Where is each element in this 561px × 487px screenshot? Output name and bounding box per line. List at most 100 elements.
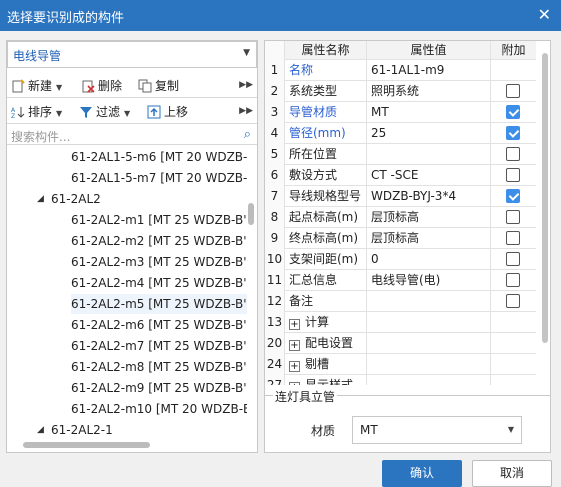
tree-horizontal-scrollbar[interactable] (23, 442, 150, 448)
property-value[interactable] (367, 312, 491, 333)
property-row[interactable]: 2 系统类型 照明系统 (265, 81, 536, 102)
property-value[interactable]: 照明系统 (367, 81, 491, 102)
property-value[interactable]: 电线导管(电) (367, 270, 491, 291)
property-value[interactable]: WDZB-BYJ-3*4 (367, 186, 491, 207)
expand-toggle-icon[interactable]: ◢ (37, 189, 44, 209)
property-value[interactable] (367, 291, 491, 312)
search-icon[interactable]: ⌕ (244, 127, 251, 142)
property-row[interactable]: 11 汇总信息 电线导管(电) (265, 270, 536, 291)
tree-item[interactable]: 61-2AL2-m10 [MT 20 WDZB-E (7, 399, 247, 419)
tree-item-label: 61-2AL2-m9 [MT 25 WDZB-B' (71, 381, 247, 395)
confirm-button[interactable]: 确认 (382, 460, 462, 487)
property-group-row[interactable]: 13 + 计算 (265, 312, 536, 333)
toolbar-order: A Z 排序 ▼ 过滤 ▼ 上移 ▶▶ (7, 100, 257, 124)
tree-group-node[interactable]: ◢ 61-2AL2 (7, 189, 247, 209)
search-box[interactable]: 搜索构件... ⌕ (7, 125, 257, 145)
delete-label: 删除 (98, 79, 123, 93)
expand-plus-icon[interactable]: + (289, 361, 300, 372)
extra-checkbox[interactable] (506, 126, 520, 140)
property-row[interactable]: 4 管径(mm) 25 (265, 123, 536, 144)
property-group-row[interactable]: 27 + 显示样式 (265, 375, 536, 385)
tree-item[interactable]: 61-2AL2-m7 [MT 25 WDZB-B' (7, 336, 247, 356)
tree-vertical-scrollbar[interactable] (248, 203, 254, 225)
tree-item[interactable]: 61-2AL2-m1 [MT 25 WDZB-B' (7, 210, 247, 230)
extra-checkbox[interactable] (506, 210, 520, 224)
property-value[interactable]: 61-1AL1-m9 (367, 60, 491, 81)
property-row[interactable]: 7 导线规格型号 WDZB-BYJ-3*4 (265, 186, 536, 207)
extra-checkbox[interactable] (506, 147, 520, 161)
property-name: 终点标高(m) (285, 228, 367, 249)
category-select[interactable]: 电线导管 ▼ (7, 41, 257, 68)
property-value[interactable] (367, 333, 491, 354)
expand-plus-icon[interactable]: + (289, 382, 300, 385)
tree-item[interactable]: 61-2AL2-m8 [MT 25 WDZB-B' (7, 357, 247, 377)
tree-item[interactable]: 61-2AL2-m5 [MT 25 WDZB-B' (7, 294, 247, 314)
tree-item[interactable]: 61-2AL2-m3 [MT 25 WDZB-B' (7, 252, 247, 272)
delete-button[interactable]: 删除 (81, 78, 122, 94)
tree-item-label: 61-2AL2-m8 [MT 25 WDZB-B' (71, 360, 247, 374)
extra-checkbox[interactable] (506, 294, 520, 308)
tree-item[interactable]: 61-2AL1-5-m6 [MT 20 WDZB- (7, 147, 247, 167)
extra-checkbox[interactable] (506, 105, 520, 119)
property-value[interactable] (367, 375, 491, 385)
property-value[interactable] (367, 144, 491, 165)
tree-item[interactable]: 61-2AL1-5-m7 [MT 20 WDZB- (7, 168, 247, 188)
expand-plus-icon[interactable]: + (289, 319, 300, 330)
new-icon (12, 79, 25, 93)
group-toggle[interactable]: + 剔槽 (285, 354, 367, 375)
property-extra-cell (491, 354, 536, 375)
new-button[interactable]: 新建 ▼ (11, 78, 62, 94)
group-toggle[interactable]: + 显示样式 (285, 375, 367, 385)
property-extra-cell (491, 249, 536, 270)
property-row[interactable]: 5 所在位置 (265, 144, 536, 165)
property-group-row[interactable]: 24 + 剔槽 (265, 354, 536, 375)
property-value[interactable]: 25 (367, 123, 491, 144)
extra-checkbox[interactable] (506, 252, 520, 266)
more-icon[interactable]: ▶▶ (239, 80, 253, 90)
property-row[interactable]: 9 终点标高(m) 层顶标高 (265, 228, 536, 249)
extra-checkbox[interactable] (506, 273, 520, 287)
more-icon[interactable]: ▶▶ (239, 106, 253, 116)
expand-plus-icon[interactable]: + (289, 340, 300, 351)
property-value[interactable]: 层顶标高 (367, 228, 491, 249)
material-select[interactable]: MT ▼ (352, 416, 522, 444)
property-name: 名称 (285, 60, 367, 81)
tree-item[interactable]: 61-2AL2-m9 [MT 25 WDZB-B' (7, 378, 247, 398)
sort-button[interactable]: A Z 排序 ▼ (11, 104, 62, 120)
tree-item[interactable]: 61-2AL2-m2 [MT 25 WDZB-B' (7, 231, 247, 251)
property-row[interactable]: 10 支架间距(m) 0 (265, 249, 536, 270)
property-value[interactable]: 层顶标高 (367, 207, 491, 228)
move-up-button[interactable]: 上移 (147, 104, 188, 120)
property-name: 敷设方式 (285, 165, 367, 186)
group-toggle[interactable]: + 计算 (285, 312, 367, 333)
property-extra-cell (491, 81, 536, 102)
filter-button[interactable]: 过滤 ▼ (79, 104, 130, 120)
chevron-down-icon: ▼ (507, 425, 514, 434)
property-value[interactable]: CT -SCE (367, 165, 491, 186)
property-name: 汇总信息 (285, 270, 367, 291)
property-row[interactable]: 3 导管材质 MT (265, 102, 536, 123)
extra-checkbox[interactable] (506, 84, 520, 98)
property-group-row[interactable]: 20 + 配电设置 (265, 333, 536, 354)
search-input[interactable]: 搜索构件... (11, 128, 70, 145)
expand-toggle-icon[interactable]: ◢ (37, 420, 44, 437)
tree-group-node[interactable]: ◢ 61-2AL2-1 (7, 420, 247, 437)
tree-item[interactable]: 61-2AL2-m6 [MT 25 WDZB-B' (7, 315, 247, 335)
close-icon[interactable]: ✕ (538, 5, 551, 24)
tree-item[interactable]: 61-2AL2-m4 [MT 25 WDZB-B' (7, 273, 247, 293)
property-row[interactable]: 8 起点标高(m) 层顶标高 (265, 207, 536, 228)
property-value[interactable]: 0 (367, 249, 491, 270)
extra-checkbox[interactable] (506, 168, 520, 182)
copy-button[interactable]: 复制 (138, 78, 179, 94)
cancel-button[interactable]: 取消 (472, 460, 552, 487)
grid-vertical-scrollbar[interactable] (542, 53, 548, 343)
header-name: 属性名称 (285, 41, 367, 60)
group-toggle[interactable]: + 配电设置 (285, 333, 367, 354)
property-row[interactable]: 1 名称 61-1AL1-m9 (265, 60, 536, 81)
extra-checkbox[interactable] (506, 189, 520, 203)
property-row[interactable]: 6 敷设方式 CT -SCE (265, 165, 536, 186)
property-row[interactable]: 12 备注 (265, 291, 536, 312)
extra-checkbox[interactable] (506, 231, 520, 245)
property-value[interactable] (367, 354, 491, 375)
property-value[interactable]: MT (367, 102, 491, 123)
